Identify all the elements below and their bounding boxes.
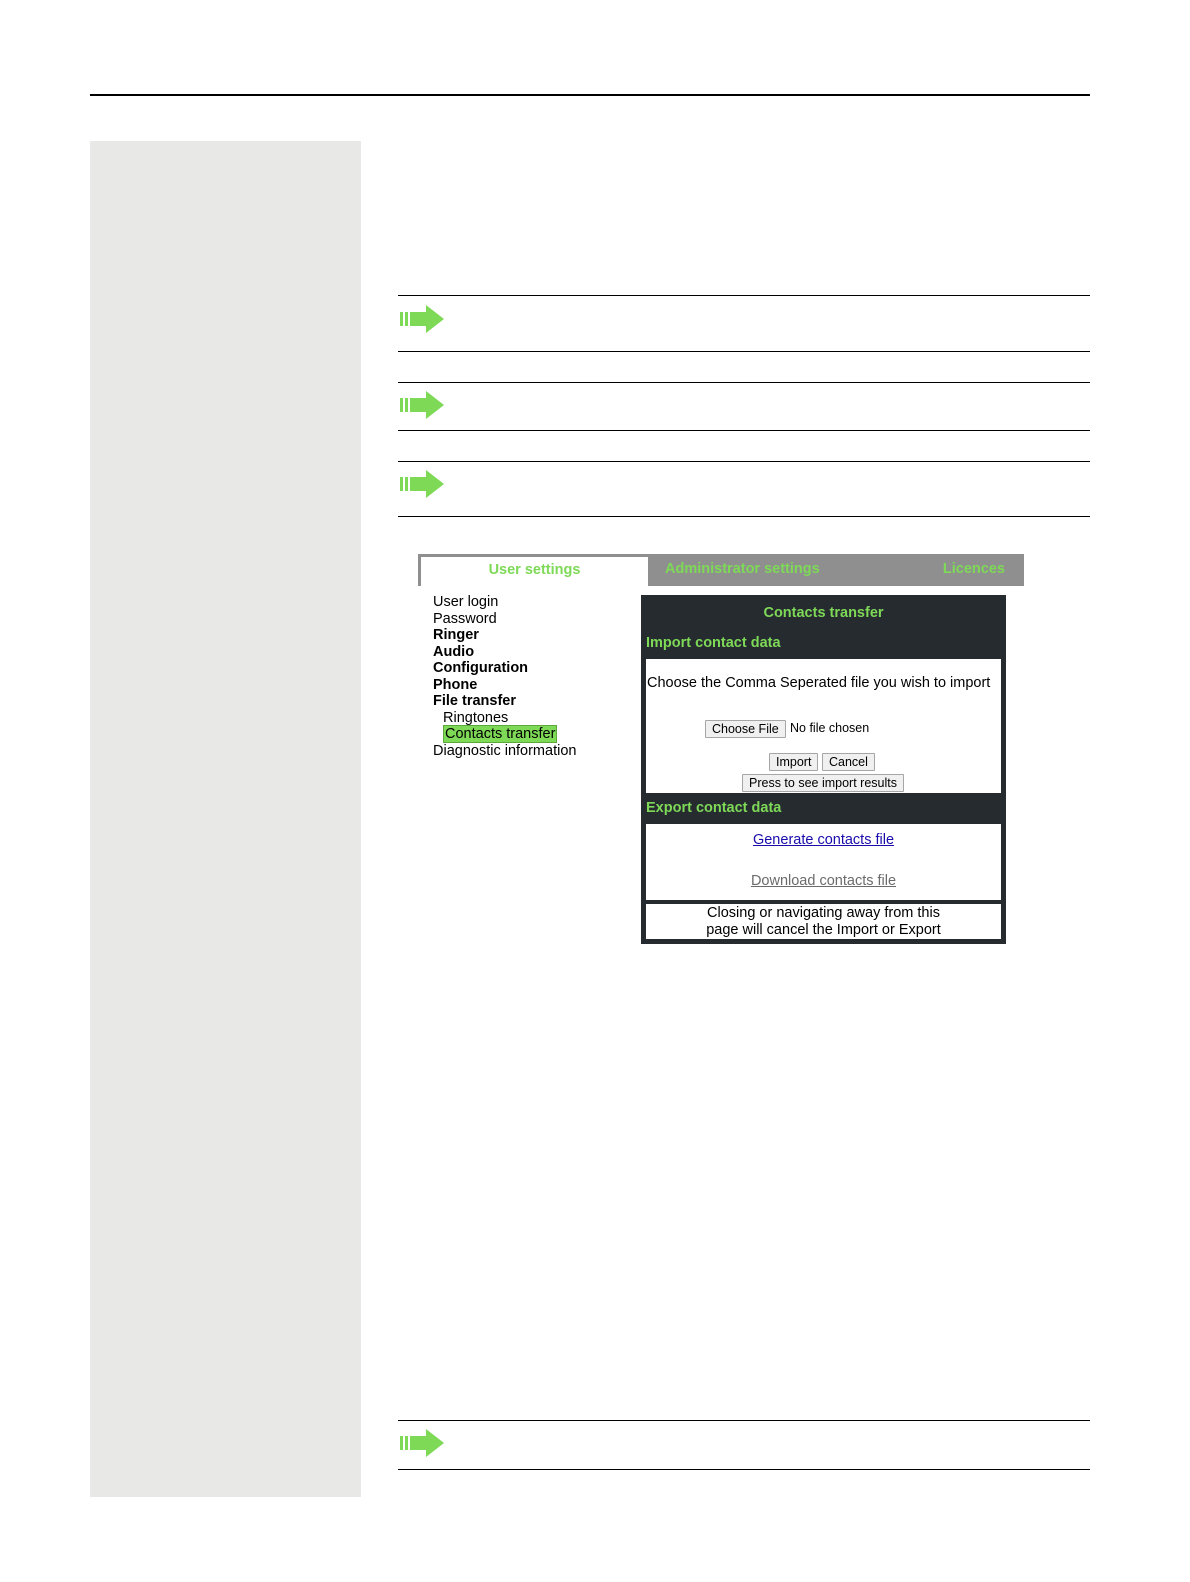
generate-contacts-link[interactable]: Generate contacts file bbox=[646, 832, 1001, 848]
warning-line: Closing or navigating away from this bbox=[707, 905, 940, 921]
import-instruction: Choose the Comma Seperated file you wish… bbox=[647, 675, 991, 691]
warning-box: Closing or navigating away from this pag… bbox=[646, 904, 1001, 939]
nav-item-file-transfer[interactable]: File transfer bbox=[433, 693, 576, 710]
import-box: Choose the Comma Seperated file you wish… bbox=[646, 659, 1001, 793]
nav-item-configuration[interactable]: Configuration bbox=[433, 660, 576, 677]
cancel-button[interactable]: Cancel bbox=[822, 753, 875, 771]
note-rule-bottom bbox=[398, 351, 1090, 352]
export-heading: Export contact data bbox=[646, 800, 782, 816]
header-rule bbox=[90, 94, 1090, 96]
nav-item-diagnostic-information[interactable]: Diagnostic information bbox=[433, 743, 576, 760]
nav-item-label: Contacts transfer bbox=[443, 725, 558, 743]
nav-item-phone[interactable]: Phone bbox=[433, 677, 576, 694]
nav-item-contacts-transfer[interactable]: Contacts transfer bbox=[433, 725, 576, 743]
nav-item-audio[interactable]: Audio bbox=[433, 644, 576, 661]
file-status: No file chosen bbox=[790, 721, 870, 735]
note-rule-top bbox=[398, 461, 1090, 462]
green-arrow-icon bbox=[400, 305, 444, 333]
import-heading: Import contact data bbox=[646, 635, 781, 651]
export-box: Generate contacts file Download contacts… bbox=[646, 824, 1001, 900]
warning-line: page will cancel the Import or Export bbox=[706, 922, 941, 938]
choose-file-button[interactable]: Choose File bbox=[705, 720, 786, 738]
note-rule-bottom bbox=[398, 1469, 1090, 1470]
note-rule-bottom bbox=[398, 516, 1090, 517]
margin-sidebar bbox=[90, 141, 361, 1497]
settings-nav: User login Password Ringer Audio Configu… bbox=[433, 594, 576, 759]
green-arrow-icon bbox=[400, 391, 444, 419]
note-rule-top bbox=[398, 1420, 1090, 1421]
nav-item-ringer[interactable]: Ringer bbox=[433, 627, 576, 644]
green-arrow-icon bbox=[400, 470, 444, 498]
tab-bar: User settings Administrator settings Lic… bbox=[418, 554, 1024, 586]
contacts-transfer-panel: Contacts transfer Import contact data Ch… bbox=[641, 595, 1006, 944]
note-rule-top bbox=[398, 382, 1090, 383]
tab-administrator-settings[interactable]: Administrator settings bbox=[665, 554, 820, 586]
nav-item-user-login[interactable]: User login bbox=[433, 594, 576, 611]
nav-item-ringtones[interactable]: Ringtones bbox=[433, 710, 576, 727]
panel-title: Contacts transfer bbox=[763, 605, 884, 621]
note-rule-bottom bbox=[398, 430, 1090, 431]
download-contacts-link[interactable]: Download contacts file bbox=[646, 873, 1001, 889]
note-rule-top bbox=[398, 295, 1090, 296]
tab-licences[interactable]: Licences bbox=[943, 554, 1005, 586]
green-arrow-icon bbox=[400, 1429, 444, 1457]
warning-text: Closing or navigating away from this pag… bbox=[646, 905, 1001, 939]
nav-item-password[interactable]: Password bbox=[433, 611, 576, 628]
tab-user-settings[interactable]: User settings bbox=[421, 557, 648, 586]
import-button[interactable]: Import bbox=[769, 753, 819, 771]
import-results-button[interactable]: Press to see import results bbox=[742, 774, 904, 792]
